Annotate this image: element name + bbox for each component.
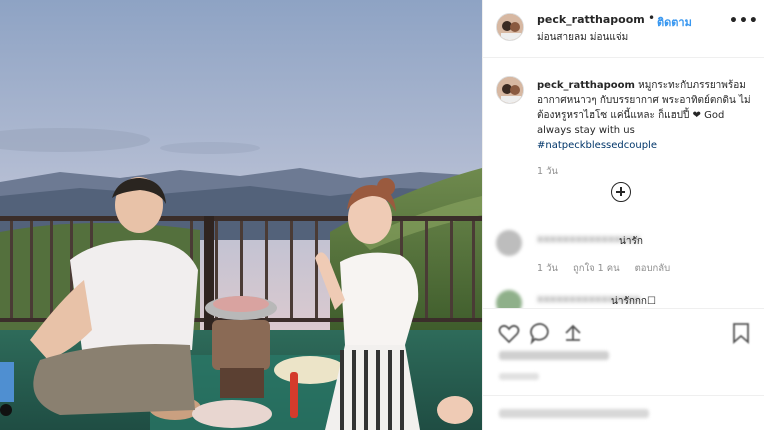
caption-text: peck_ratthapoom หมูกระทะกับภรรยาพร้อมอาก…: [537, 78, 757, 153]
caption-timestamp: 1 วัน: [537, 166, 558, 177]
follow-button[interactable]: ติดตาม: [657, 13, 692, 31]
author-username[interactable]: peck_ratthapoom: [537, 13, 645, 26]
post-photo-image: [0, 0, 482, 430]
heart-icon[interactable]: [497, 321, 521, 345]
plus-circle-icon[interactable]: [611, 182, 631, 202]
comment-text: น่ารักกก☐: [611, 296, 656, 307]
likes-count-blurred[interactable]: [499, 351, 609, 360]
add-comment-blurred[interactable]: [499, 409, 649, 418]
post-header: peck_ratthapoom • ติดตาม ม่อนสายลม ม่อนแ…: [483, 0, 764, 58]
post-sidebar: peck_ratthapoom • ติดตาม ม่อนสายลม ม่อนแ…: [482, 0, 764, 430]
comment-avatar[interactable]: [496, 230, 522, 256]
comment-reply-button[interactable]: ตอบกลับ: [635, 263, 671, 274]
more-horizontal-icon[interactable]: •••: [729, 14, 758, 32]
caption-avatar-image: [497, 77, 523, 103]
post-date-blurred: [499, 373, 539, 380]
author-avatar-image: [497, 14, 523, 40]
caption-avatar[interactable]: [496, 76, 524, 104]
comment-icon[interactable]: [529, 321, 553, 345]
post-photo[interactable]: [0, 0, 482, 430]
comment-likes[interactable]: ถูกใจ 1 คน: [573, 263, 620, 274]
comment-text: น่ารัก: [619, 236, 643, 247]
share-icon[interactable]: [561, 321, 585, 345]
header-separator: •: [648, 11, 656, 25]
post-actions-bar: [483, 308, 764, 430]
caption-hashtag[interactable]: #natpeckblessedcouple: [537, 140, 657, 151]
add-comment-section[interactable]: [483, 395, 764, 430]
bookmark-icon[interactable]: [729, 321, 753, 345]
post-location[interactable]: ม่อนสายลม ม่อนแจ่ม: [537, 30, 628, 45]
comment-time: 1 วัน: [537, 263, 558, 274]
author-avatar[interactable]: [496, 13, 524, 41]
caption-username[interactable]: peck_ratthapoom: [537, 80, 635, 91]
comment-meta: 1 วัน ถูกใจ 1 คน ตอบกลับ: [537, 261, 682, 276]
